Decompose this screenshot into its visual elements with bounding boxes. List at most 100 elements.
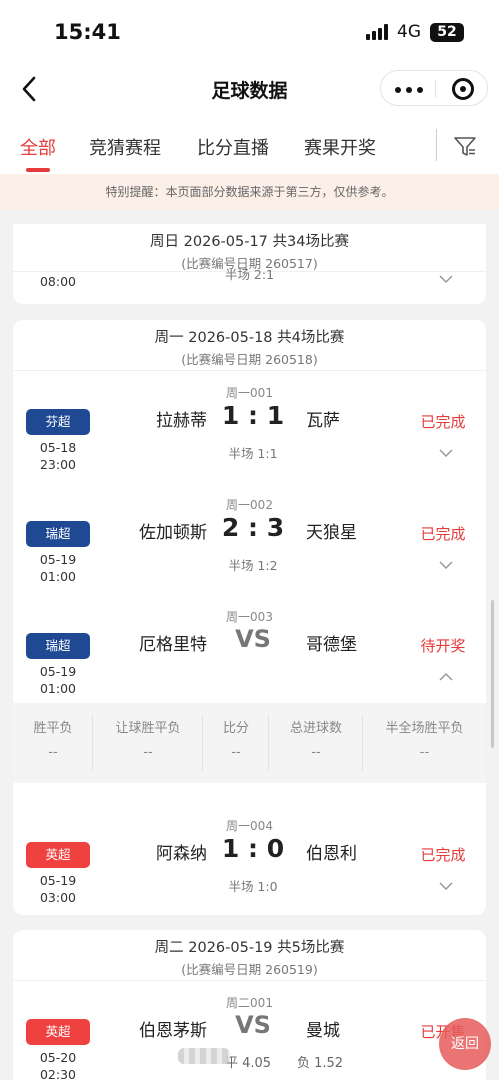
tab-label: 赛果开奖: [304, 138, 376, 159]
match-time: 01:00: [39, 569, 77, 584]
odds-label: 总进球数: [289, 721, 342, 736]
tab-results[interactable]: 赛果开奖: [304, 134, 376, 160]
odds-column[interactable]: 让球胜平负 --: [93, 703, 203, 783]
odds-label: 胜平负: [33, 721, 73, 736]
match-date: 05-18: [39, 440, 77, 455]
day-title: 周二 2026-05-19 共5场比赛: [154, 940, 345, 956]
status-bar: 15:41 4G 52: [0, 0, 499, 62]
match-row[interactable]: 周一004 英超 05-19 03:00 阿森纳 1 : 0 伯恩利 半场 1:…: [13, 817, 486, 915]
odds-value: --: [311, 745, 321, 760]
mini-program-capsule: [380, 70, 488, 106]
odds-panel: 胜平负 -- 让球胜平负 -- 比分 -- 总进球数 -- 半全场胜平负 --: [13, 703, 486, 783]
away-team: 哥德堡: [306, 635, 357, 655]
score: 1 : 1: [221, 401, 285, 430]
return-button[interactable]: 返回: [439, 1018, 491, 1070]
match-time: 02:30: [39, 1067, 77, 1080]
match-time: 03:00: [39, 890, 77, 905]
match-row[interactable]: 周二001 英超 05-20 02:30 伯恩茅斯 VS 曼城 平 4.05 负…: [13, 994, 486, 1080]
day-title: 周一 2026-05-18 共4场比赛: [154, 330, 345, 346]
nav-bar: 足球数据: [0, 62, 499, 116]
home-team: 佐加顿斯: [139, 523, 207, 543]
header-divider: [13, 370, 486, 371]
away-team: 伯恩利: [306, 844, 357, 864]
chevron-down-icon[interactable]: [439, 881, 453, 891]
day-title: 周日 2026-05-17 共34场比赛: [150, 234, 349, 250]
odds-label: 半全场胜平负: [385, 721, 464, 736]
half-time-score: 半场 1:1: [228, 446, 278, 461]
odds-column[interactable]: 比分 --: [203, 703, 269, 783]
capsule-divider: [435, 80, 436, 98]
tab-label: 竞猜赛程: [89, 138, 161, 159]
odds-value: --: [48, 745, 58, 760]
odds-column[interactable]: 半全场胜平负 --: [363, 703, 486, 783]
tab-lottery-schedule[interactable]: 竞猜赛程: [89, 134, 161, 160]
match-date: 05-20: [39, 1050, 77, 1065]
odds-column[interactable]: 总进球数 --: [269, 703, 363, 783]
odds-label: 让球胜平负: [115, 721, 181, 736]
home-team: 拉赫蒂: [156, 411, 207, 431]
network-type: 4G: [397, 22, 421, 42]
match-time: 23:00: [39, 457, 77, 472]
league-badge: 英超: [26, 1019, 90, 1045]
away-team: 瓦萨: [306, 411, 340, 431]
tab-label: 比分直播: [197, 138, 269, 159]
score: 1 : 0: [221, 834, 285, 863]
home-team: 阿森纳: [156, 844, 207, 864]
match-date: 05-19: [39, 873, 77, 888]
header-divider: [13, 980, 486, 981]
signal-icon: [366, 24, 390, 40]
odds-value: --: [143, 745, 153, 760]
league-badge: 英超: [26, 842, 90, 868]
away-team: 曼城: [306, 1021, 340, 1041]
scrollbar[interactable]: [491, 600, 494, 748]
league-badge: 瑞超: [26, 521, 90, 547]
away-team: 天狼星: [306, 523, 357, 543]
chevron-down-icon[interactable]: [439, 560, 453, 570]
league-badge: 芬超: [26, 409, 90, 435]
tab-live-score[interactable]: 比分直播: [197, 134, 269, 160]
disclaimer-notice: 特别提醒：本页面部分数据来源于第三方，仅供参考。: [0, 174, 499, 210]
match-code: 周一002: [226, 498, 273, 512]
tab-active-indicator: [26, 168, 50, 172]
day-card-sunday: 周日 2026-05-17 共34场比赛 (比赛编号日期 260517) 半场 …: [13, 224, 486, 304]
more-dots-icon[interactable]: [395, 87, 423, 93]
match-code: 周一003: [226, 610, 273, 624]
league-badge: 瑞超: [26, 633, 90, 659]
day-subtitle: (比赛编号日期 260519): [181, 962, 318, 977]
odds-value: --: [419, 745, 430, 760]
match-code: 周一001: [226, 386, 273, 400]
tab-all[interactable]: 全部: [20, 134, 56, 172]
odds-draw: 平 4.05: [225, 1056, 272, 1071]
match-row[interactable]: 周一002 瑞超 05-19 01:00 佐加顿斯 2 : 3 天狼星 半场 1…: [13, 496, 486, 608]
chevron-up-icon[interactable]: [439, 672, 453, 682]
match-row[interactable]: 周一001 芬超 05-18 23:00 拉赫蒂 1 : 1 瓦萨 半场 1:1…: [13, 384, 486, 496]
home-team: 伯恩茅斯: [139, 1021, 207, 1041]
clock: 15:41: [54, 20, 121, 44]
odds-away: 负 1.52: [297, 1056, 344, 1071]
day-card-tuesday: 周二 2026-05-19 共5场比赛 (比赛编号日期 260519) 周二00…: [13, 930, 486, 1080]
chevron-down-icon[interactable]: [439, 274, 453, 284]
score-vs: VS: [235, 625, 271, 653]
home-team: 厄格里特: [139, 635, 207, 655]
match-status: 待开奖: [420, 637, 466, 655]
day-header: 周一 2026-05-18 共4场比赛 (比赛编号日期 260518): [13, 326, 486, 368]
battery-icon: 52: [430, 23, 464, 42]
match-datetime: 05-19 03:00: [26, 872, 90, 906]
tab-bar: 全部 竞猜赛程 比分直播 赛果开奖: [0, 116, 499, 174]
odds-column[interactable]: 胜平负 --: [13, 703, 93, 783]
match-datetime: 05-19 01:00: [26, 663, 90, 697]
match-time: 08:00: [39, 274, 77, 289]
match-status: 已完成: [420, 846, 466, 864]
blurred-odds: [178, 1048, 230, 1064]
match-date: 05-19: [39, 552, 77, 567]
match-date: 05-19: [39, 664, 77, 679]
day-header: 周二 2026-05-19 共5场比赛 (比赛编号日期 260519): [13, 936, 486, 978]
match-status: 已完成: [420, 413, 466, 431]
target-icon[interactable]: [452, 78, 474, 100]
odds-value: --: [231, 745, 241, 760]
day-card-monday: 周一 2026-05-18 共4场比赛 (比赛编号日期 260518) 周一00…: [13, 320, 486, 915]
chevron-down-icon[interactable]: [439, 448, 453, 458]
tab-label: 全部: [20, 138, 56, 159]
score-vs: VS: [235, 1011, 271, 1039]
filter-icon[interactable]: [453, 135, 477, 157]
